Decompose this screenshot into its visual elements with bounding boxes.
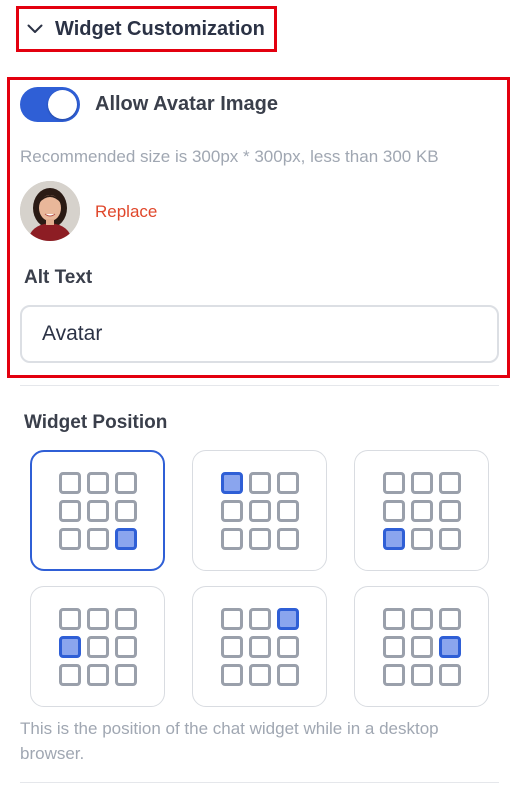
position-cell	[220, 635, 243, 658]
avatar-image	[20, 181, 80, 241]
position-cell	[382, 607, 405, 630]
avatar-size-hint: Recommended size is 300px * 300px, less …	[20, 147, 439, 166]
active-position-cell	[276, 607, 299, 630]
position-cell	[276, 635, 299, 658]
position-cell	[438, 527, 461, 550]
toggle-knob	[48, 90, 77, 119]
position-cell	[410, 499, 433, 522]
position-note: This is the position of the chat widget …	[20, 719, 439, 763]
position-cell	[438, 663, 461, 686]
position-cell	[276, 527, 299, 550]
position-cell	[86, 607, 109, 630]
position-cell	[438, 471, 461, 494]
position-cell	[382, 663, 405, 686]
position-cell	[248, 499, 271, 522]
position-option-top-left[interactable]	[192, 450, 327, 571]
position-cell	[410, 607, 433, 630]
chevron-down-icon	[25, 19, 45, 39]
position-cell	[248, 471, 271, 494]
position-cell	[248, 663, 271, 686]
position-cell	[114, 663, 137, 686]
allow-avatar-label: Allow Avatar Image	[95, 93, 279, 115]
section-title: Widget Customization	[55, 17, 265, 40]
position-cell	[86, 663, 109, 686]
position-cell	[114, 471, 137, 494]
alt-text-label: Alt Text	[24, 267, 93, 288]
position-cell	[86, 499, 109, 522]
position-option-bottom-right[interactable]	[30, 450, 165, 571]
position-cell	[410, 663, 433, 686]
active-position-cell	[382, 527, 405, 550]
position-cell	[248, 527, 271, 550]
active-position-cell	[58, 635, 81, 658]
position-cell	[114, 499, 137, 522]
position-option-middle-left[interactable]	[30, 586, 165, 707]
position-cell	[382, 499, 405, 522]
position-cell	[276, 663, 299, 686]
active-position-cell	[438, 635, 461, 658]
divider	[20, 385, 499, 386]
position-option-middle-right[interactable]	[354, 586, 489, 707]
position-cell	[410, 471, 433, 494]
position-cell	[220, 607, 243, 630]
position-option-top-right[interactable]	[192, 586, 327, 707]
widget-position-label: Widget Position	[24, 412, 168, 433]
position-cell	[382, 635, 405, 658]
position-cell	[220, 527, 243, 550]
position-cell	[58, 499, 81, 522]
position-cell	[248, 635, 271, 658]
position-cell	[410, 527, 433, 550]
position-cell	[86, 635, 109, 658]
position-cell	[114, 635, 137, 658]
divider	[20, 782, 499, 783]
position-cell	[58, 663, 81, 686]
position-cell	[248, 607, 271, 630]
position-cell	[438, 607, 461, 630]
position-cell	[382, 471, 405, 494]
position-cell	[86, 527, 109, 550]
allow-avatar-toggle[interactable]	[20, 87, 80, 122]
position-cell	[276, 499, 299, 522]
position-cell	[410, 635, 433, 658]
replace-avatar-link[interactable]: Replace	[95, 202, 157, 222]
position-cell	[114, 607, 137, 630]
position-cell	[58, 527, 81, 550]
position-cell	[220, 499, 243, 522]
position-cell	[58, 471, 81, 494]
position-cell	[438, 499, 461, 522]
active-position-cell	[114, 527, 137, 550]
active-position-cell	[220, 471, 243, 494]
position-cell	[220, 663, 243, 686]
position-cell	[276, 471, 299, 494]
position-cell	[86, 471, 109, 494]
position-cell	[58, 607, 81, 630]
position-option-bottom-left[interactable]	[354, 450, 489, 571]
widget-customization-header[interactable]: Widget Customization	[16, 6, 277, 52]
alt-text-input[interactable]	[20, 305, 499, 363]
